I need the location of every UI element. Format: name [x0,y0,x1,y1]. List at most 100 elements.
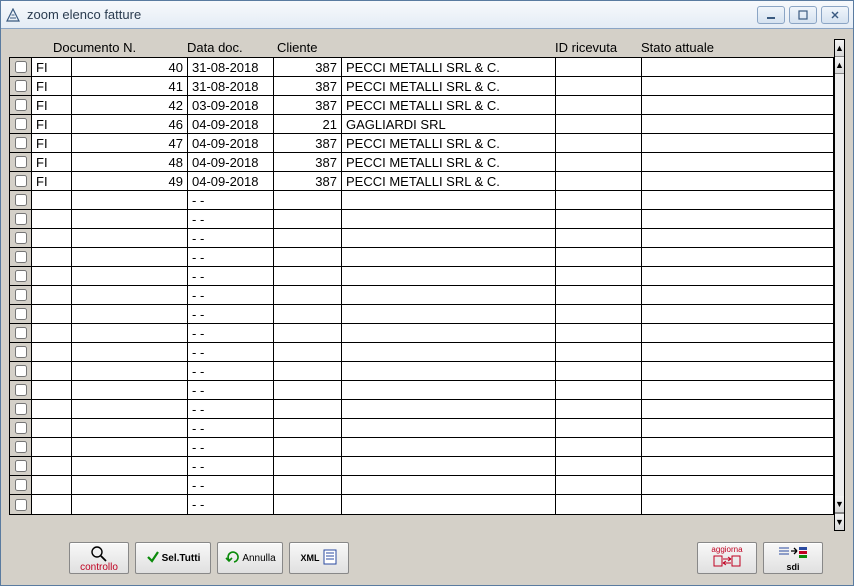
table-row[interactable]: - - [10,305,834,324]
close-button[interactable] [821,6,849,24]
controllo-button[interactable]: controllo [69,542,129,574]
table-row[interactable]: - - [10,286,834,305]
table-row[interactable]: - - [10,476,834,495]
table-row[interactable]: FI4031-08-2018387PECCI METALLI SRL & C. [10,58,834,77]
row-checkbox[interactable] [15,289,27,301]
xml-button[interactable]: XML [289,542,349,574]
row-checkbox[interactable] [15,194,27,206]
row-checkbox[interactable] [15,232,27,244]
row-checkbox[interactable] [15,384,27,396]
row-checkbox[interactable] [15,61,27,73]
row-checkbox[interactable] [15,137,27,149]
cell-cliente-code [274,248,342,266]
row-checkbox-cell [10,324,32,342]
table-row[interactable]: - - [10,362,834,381]
table-row[interactable]: - - [10,438,834,457]
table-row[interactable]: - - [10,343,834,362]
table-row[interactable]: FI4131-08-2018387PECCI METALLI SRL & C. [10,77,834,96]
row-checkbox[interactable] [15,365,27,377]
cell-cliente-name: PECCI METALLI SRL & C. [342,58,556,76]
cell-stato [642,495,834,514]
sdi-button[interactable]: sdi [763,542,823,574]
row-checkbox[interactable] [15,118,27,130]
row-checkbox[interactable] [15,499,27,511]
aggiorna-button[interactable]: aggiorna [697,542,757,574]
table-row[interactable]: - - [10,210,834,229]
table-row[interactable]: FI4904-09-2018387PECCI METALLI SRL & C. [10,172,834,191]
table-row[interactable]: - - [10,400,834,419]
table-row[interactable]: - - [10,495,834,514]
table-row[interactable]: FI4604-09-201821GAGLIARDI SRL [10,115,834,134]
minimize-button[interactable] [757,6,785,24]
sel-tutti-button[interactable]: Sel.Tutti [135,542,211,574]
table-row[interactable]: - - [10,324,834,343]
cell-id-ricevuta [556,419,642,437]
cell-tipo: FI [32,77,72,95]
cell-numero: 47 [72,134,188,152]
cell-id-ricevuta [556,362,642,380]
cell-numero [72,381,188,399]
cell-id-ricevuta [556,476,642,494]
table-row[interactable]: - - [10,457,834,476]
cell-stato [642,438,834,456]
row-checkbox[interactable] [15,213,27,225]
cell-numero [72,267,188,285]
table-row[interactable]: - - [10,267,834,286]
row-checkbox[interactable] [15,156,27,168]
table-row[interactable]: - - [10,191,834,210]
row-checkbox[interactable] [15,175,27,187]
cell-data: - - [188,305,274,323]
table-row[interactable]: - - [10,381,834,400]
scroll-down-icon[interactable]: ▼ [835,496,844,513]
row-checkbox[interactable] [15,327,27,339]
row-checkbox[interactable] [15,346,27,358]
row-checkbox[interactable] [15,460,27,472]
cell-cliente-code: 387 [274,77,342,95]
scroll-up-icon[interactable]: ▲ [835,57,844,74]
cell-stato [642,324,834,342]
table-row[interactable]: - - [10,248,834,267]
annulla-button[interactable]: Annulla [217,542,283,574]
cell-stato [642,58,834,76]
table-row[interactable]: - - [10,419,834,438]
cell-data: - - [188,438,274,456]
row-checkbox[interactable] [15,308,27,320]
cell-numero: 49 [72,172,188,190]
col-documento: Documento N. [31,40,187,55]
cell-cliente-code [274,419,342,437]
row-checkbox[interactable] [15,479,27,491]
maximize-button[interactable] [789,6,817,24]
vertical-scrollbar[interactable]: ▲ ▲ ▼ ▼ [834,39,845,531]
cell-cliente-code [274,229,342,247]
cell-id-ricevuta [556,495,642,514]
cell-numero: 41 [72,77,188,95]
row-checkbox[interactable] [15,441,27,453]
cell-cliente-name: GAGLIARDI SRL [342,115,556,133]
row-checkbox[interactable] [15,422,27,434]
row-checkbox-cell [10,191,32,209]
row-checkbox-cell [10,77,32,95]
table-row[interactable]: FI4704-09-2018387PECCI METALLI SRL & C. [10,134,834,153]
row-checkbox[interactable] [15,80,27,92]
cell-cliente-code: 387 [274,58,342,76]
scroll-top-icon[interactable]: ▲ [835,40,844,57]
cell-numero [72,324,188,342]
cell-tipo [32,362,72,380]
row-checkbox[interactable] [15,403,27,415]
cell-id-ricevuta [556,267,642,285]
cell-id-ricevuta [556,96,642,114]
table-row[interactable]: FI4804-09-2018387PECCI METALLI SRL & C. [10,153,834,172]
cell-cliente-name [342,438,556,456]
cell-data: 31-08-2018 [188,58,274,76]
scroll-bottom-icon[interactable]: ▼ [835,513,844,530]
table-row[interactable]: - - [10,229,834,248]
row-checkbox[interactable] [15,270,27,282]
row-checkbox[interactable] [15,99,27,111]
cell-cliente-name [342,248,556,266]
row-checkbox-cell [10,153,32,171]
cell-tipo: FI [32,153,72,171]
table-row[interactable]: FI4203-09-2018387PECCI METALLI SRL & C. [10,96,834,115]
cell-cliente-name [342,191,556,209]
cell-id-ricevuta [556,286,642,304]
row-checkbox[interactable] [15,251,27,263]
